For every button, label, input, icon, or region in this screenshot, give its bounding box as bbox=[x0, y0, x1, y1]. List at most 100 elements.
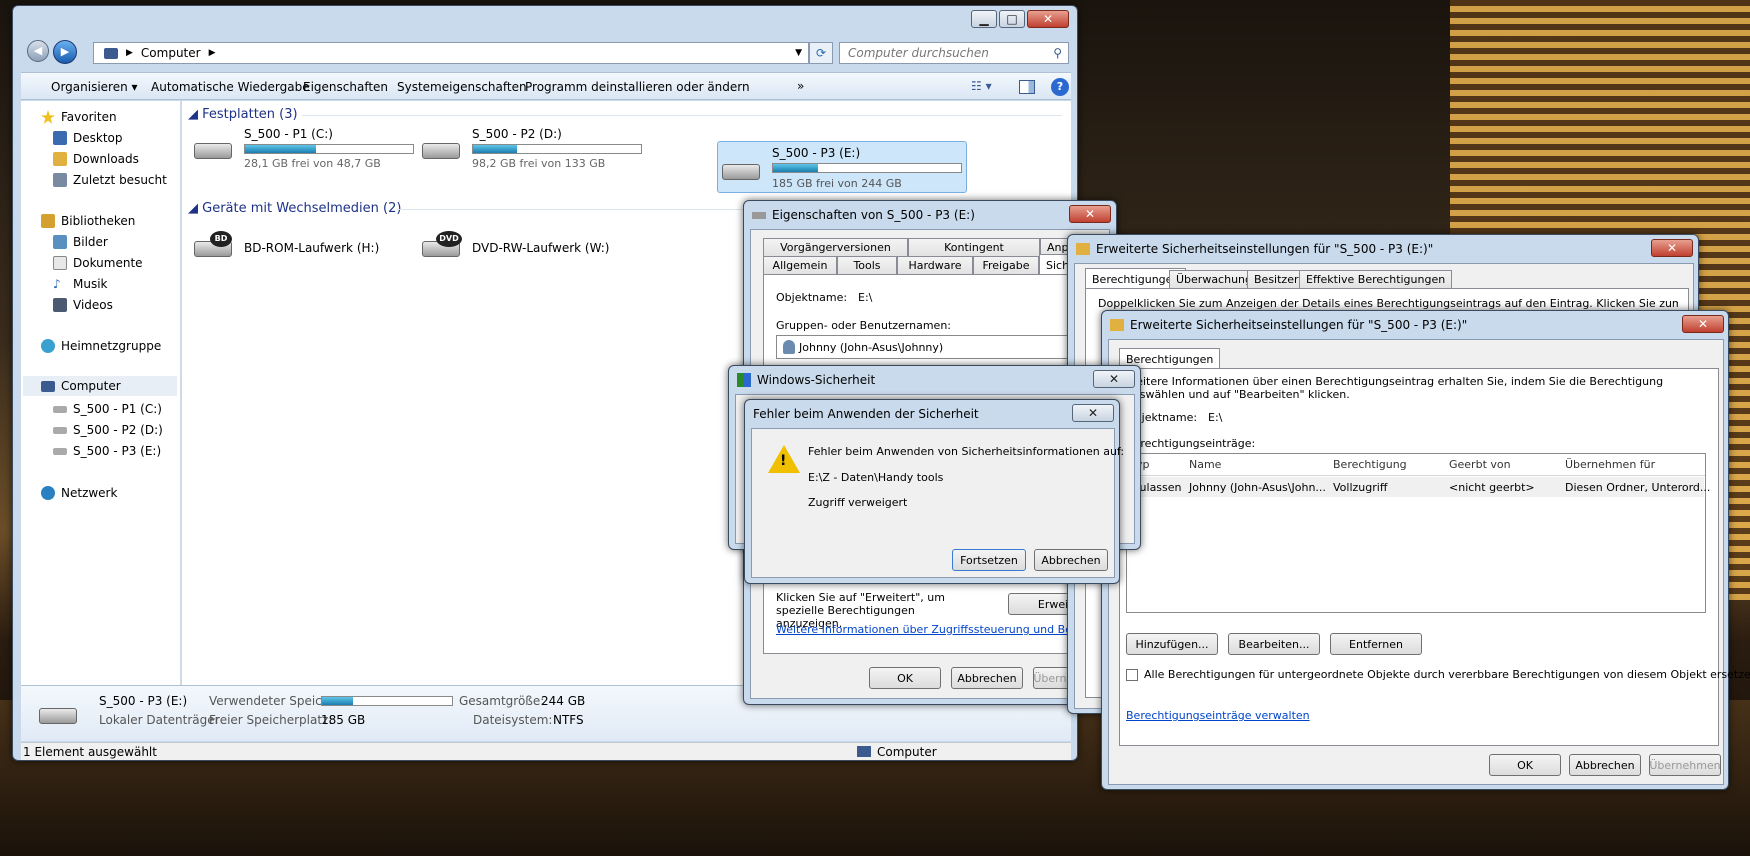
details-name: S_500 - P3 (E:) bbox=[99, 694, 188, 708]
tab-quota[interactable]: Kontingent bbox=[908, 238, 1040, 256]
user-entry[interactable]: Johnny (John-Asus\Johnny) bbox=[799, 341, 943, 354]
nav-music[interactable]: ♪ Musik bbox=[53, 277, 108, 291]
table-row[interactable]: Zulassen Johnny (John-Asus\John... Vollz… bbox=[1128, 477, 1710, 497]
cancel-button[interactable]: Abbrechen bbox=[1034, 549, 1108, 571]
view-options-icon[interactable]: ☷ ▾ bbox=[971, 79, 1001, 95]
nav-drive-e[interactable]: S_500 - P3 (E:) bbox=[53, 444, 161, 458]
column-header-inherited[interactable]: Geerbt von bbox=[1449, 458, 1511, 471]
close-button[interactable]: ✕ bbox=[1069, 205, 1111, 223]
nav-network[interactable]: Netzwerk bbox=[41, 486, 117, 500]
drive-tile-c[interactable]: S_500 - P1 (C:) 28,1 GB frei von 48,7 GB bbox=[188, 123, 422, 171]
details-type: Lokaler Datenträger bbox=[99, 713, 220, 727]
edit-button[interactable]: Bearbeiten... bbox=[1228, 633, 1320, 655]
nav-desktop[interactable]: Desktop bbox=[53, 131, 123, 145]
remove-button[interactable]: Entfernen bbox=[1330, 633, 1422, 655]
column-header-name[interactable]: Name bbox=[1189, 458, 1221, 471]
tab-owner[interactable]: Besitzer bbox=[1247, 270, 1306, 288]
tab-previous-versions[interactable]: Vorgängerversionen bbox=[763, 238, 908, 256]
nav-computer[interactable]: Computer bbox=[23, 376, 177, 396]
close-button[interactable]: ✕ bbox=[1682, 315, 1724, 333]
access-control-link[interactable]: Weitere Informationen über Zugriffssteue… bbox=[776, 623, 1112, 636]
group-header-disks[interactable]: ◢ Festplatten (3) bbox=[188, 107, 298, 122]
nav-documents[interactable]: Dokumente bbox=[53, 256, 143, 270]
nav-pictures[interactable]: Bilder bbox=[53, 235, 108, 249]
computer-icon bbox=[104, 47, 118, 59]
uninstall-button[interactable]: Programm deinstallieren oder ändern bbox=[525, 80, 750, 94]
cancel-button[interactable]: Abbrechen bbox=[1569, 754, 1641, 776]
cancel-button[interactable]: Abbrechen bbox=[951, 667, 1023, 689]
apply-button[interactable]: Übernehmen bbox=[1649, 754, 1721, 776]
drive-name: S_500 - P2 (D:) bbox=[472, 127, 562, 141]
back-button[interactable]: ◀ bbox=[27, 40, 49, 62]
tab-effective-permissions[interactable]: Effektive Berechtigungen bbox=[1299, 270, 1453, 288]
properties-button[interactable]: Eigenschaften bbox=[303, 80, 388, 94]
drive-tile-w[interactable]: DVD DVD-RW-Laufwerk (W:) bbox=[416, 225, 650, 273]
disc-badge: BD bbox=[210, 231, 232, 247]
tab-auditing[interactable]: Überwachung bbox=[1169, 270, 1260, 288]
nav-downloads[interactable]: Downloads bbox=[53, 152, 139, 166]
group-divider bbox=[302, 115, 1062, 116]
nav-favorites[interactable]: Favoriten bbox=[41, 110, 117, 124]
preview-pane-icon[interactable] bbox=[1019, 80, 1035, 94]
column-header-permission[interactable]: Berechtigung bbox=[1333, 458, 1407, 471]
warning-exclamation: ! bbox=[780, 453, 787, 469]
nav-libraries[interactable]: Bibliotheken bbox=[41, 214, 135, 228]
chevron-down-icon[interactable]: ▼ bbox=[795, 48, 802, 58]
nav-label: Desktop bbox=[73, 131, 123, 145]
system-properties-button[interactable]: Systemeigenschaften bbox=[397, 80, 527, 94]
tab-tools[interactable]: Tools bbox=[837, 256, 897, 274]
nav-drive-d[interactable]: S_500 - P2 (D:) bbox=[53, 423, 163, 437]
forward-button[interactable]: ▶ bbox=[53, 40, 77, 64]
user-icon bbox=[783, 340, 795, 354]
minimize-button[interactable]: ▁ bbox=[971, 10, 997, 28]
ok-button[interactable]: OK bbox=[869, 667, 941, 689]
breadcrumb[interactable]: Computer bbox=[141, 46, 201, 60]
column-header-applies-to[interactable]: Übernehmen für bbox=[1565, 458, 1655, 471]
more-button[interactable]: » bbox=[797, 79, 804, 93]
group-header-removable[interactable]: ◢ Geräte mit Wechselmedien (2) bbox=[188, 201, 401, 216]
organize-button[interactable]: Organisieren ▾ bbox=[51, 80, 138, 94]
drive-tile-h[interactable]: BD BD-ROM-Laufwerk (H:) bbox=[188, 225, 422, 273]
users-list[interactable]: Johnny (John-Asus\Johnny) bbox=[776, 335, 1116, 359]
object-name-value: E:\ bbox=[858, 291, 873, 304]
close-button[interactable]: ✕ bbox=[1651, 239, 1693, 257]
nav-label: Videos bbox=[73, 298, 113, 312]
status-location: Computer bbox=[877, 745, 937, 759]
tab-general[interactable]: Allgemein bbox=[763, 256, 837, 274]
search-input[interactable]: Computer durchsuchen ⚲ bbox=[839, 42, 1069, 64]
command-bar: Organisieren ▾ Automatische Wiedergabe E… bbox=[21, 72, 1071, 100]
collapse-icon: ◢ bbox=[188, 107, 203, 122]
autoplay-button[interactable]: Automatische Wiedergabe bbox=[151, 80, 310, 94]
details-free-label: Freier Speicherplatz: bbox=[209, 713, 333, 727]
group-title: Geräte mit Wechselmedien (2) bbox=[202, 201, 402, 216]
computer-icon bbox=[857, 746, 871, 757]
drive-tile-d[interactable]: S_500 - P2 (D:) 98,2 GB frei von 133 GB bbox=[416, 123, 650, 171]
continue-button[interactable]: Fortsetzen bbox=[952, 549, 1026, 571]
manage-entries-link[interactable]: Berechtigungseinträge verwalten bbox=[1126, 709, 1310, 722]
tab-sharing[interactable]: Freigabe bbox=[973, 256, 1039, 274]
replace-permissions-checkbox[interactable] bbox=[1126, 669, 1138, 681]
close-button[interactable]: ✕ bbox=[1027, 10, 1069, 28]
drive-tile-e[interactable]: S_500 - P3 (E:) 185 GB frei von 244 GB bbox=[717, 141, 967, 193]
table-header: Typ Name Berechtigung Geerbt von Überneh… bbox=[1127, 454, 1705, 476]
nav-recent[interactable]: Zuletzt besucht bbox=[53, 173, 167, 187]
error-message: Fehler beim Anwenden von Sicherheitsinfo… bbox=[808, 445, 1125, 458]
close-button[interactable]: ✕ bbox=[1093, 370, 1135, 388]
address-bar[interactable]: ▶ Computer ▶ ▼ bbox=[93, 42, 809, 64]
permissions-table[interactable]: Typ Name Berechtigung Geerbt von Überneh… bbox=[1126, 453, 1710, 613]
nav-label: Computer bbox=[61, 379, 121, 393]
dialog-title: Eigenschaften von S_500 - P3 (E:) bbox=[772, 208, 975, 222]
nav-drive-c[interactable]: S_500 - P1 (C:) bbox=[53, 402, 162, 416]
help-icon[interactable]: ? bbox=[1051, 78, 1069, 96]
groups-label: Gruppen- oder Benutzernamen: bbox=[776, 319, 952, 332]
add-button[interactable]: Hinzufügen... bbox=[1126, 633, 1218, 655]
close-button[interactable]: ✕ bbox=[1072, 404, 1114, 422]
refresh-button[interactable]: ⟳ bbox=[809, 42, 833, 64]
maximize-button[interactable]: □ bbox=[999, 10, 1025, 28]
cell-permission: Vollzugriff bbox=[1333, 481, 1388, 494]
nav-videos[interactable]: Videos bbox=[53, 298, 113, 312]
nav-homegroup[interactable]: Heimnetzgruppe bbox=[41, 339, 161, 353]
status-bar: 1 Element ausgewählt Computer bbox=[21, 742, 1071, 760]
ok-button[interactable]: OK bbox=[1489, 754, 1561, 776]
tab-hardware[interactable]: Hardware bbox=[897, 256, 973, 274]
